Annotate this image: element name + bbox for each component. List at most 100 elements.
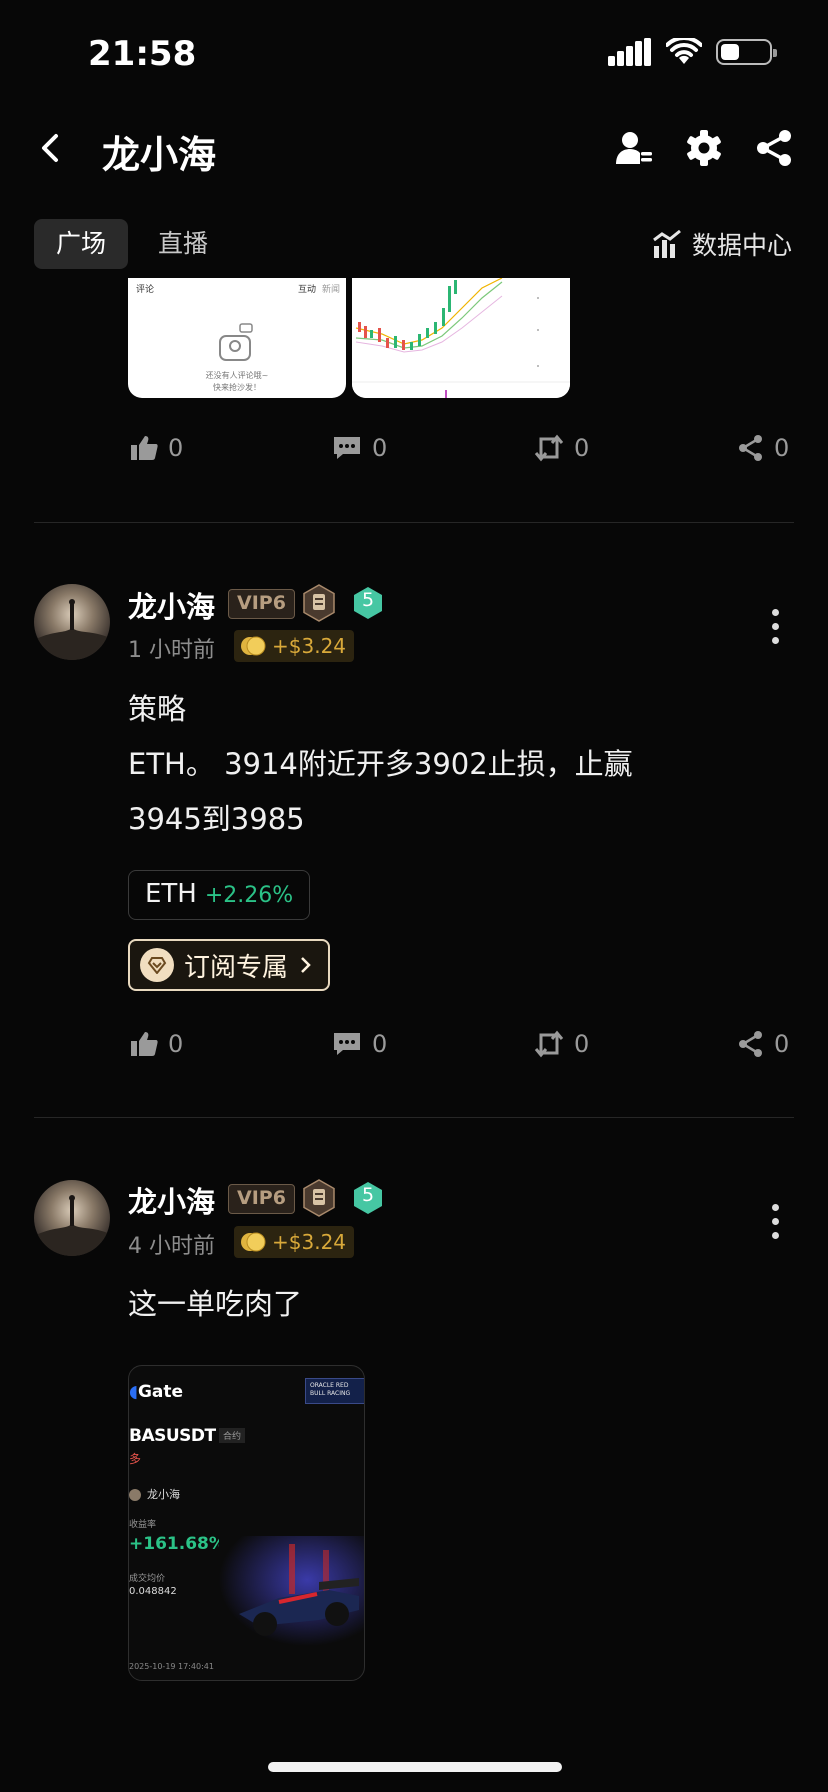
tab-live[interactable]: 直播: [136, 219, 230, 269]
level-number: 5: [361, 589, 375, 611]
share-icon[interactable]: [754, 128, 794, 168]
card-rate-label: 收益率: [129, 1520, 157, 1530]
cellular-signal-icon: [608, 38, 651, 66]
status-time: 21:58: [88, 34, 197, 74]
settings-icon[interactable]: [684, 128, 724, 168]
post-text-line: 这一单吃肉了: [128, 1287, 303, 1321]
post0-actions: 0 0 0 0: [0, 434, 828, 474]
home-indicator[interactable]: [268, 1762, 562, 1772]
repost-count: 0: [574, 434, 590, 462]
avatar[interactable]: [34, 584, 110, 660]
data-center-link[interactable]: 数据中心: [652, 226, 792, 262]
earnings-badge: +$3.24: [234, 630, 355, 662]
earnings-badge: +$3.24: [234, 1226, 355, 1258]
comment-count: 0: [372, 434, 388, 462]
card-side: 多: [129, 1452, 142, 1466]
card-price-label: 成交均价: [129, 1574, 166, 1584]
card-timestamp: 2025-10-19 17:40:41: [129, 1662, 214, 1671]
divider: [34, 1117, 794, 1118]
author-name[interactable]: 龙小海: [128, 1179, 215, 1221]
more-options-icon[interactable]: [770, 605, 780, 645]
thumbs-up-icon: [131, 436, 158, 460]
thumb-comment-label: 评论: [136, 285, 155, 295]
card-promo-banner: ORACLE RED BULL RACING: [305, 1378, 364, 1404]
post-time: 1 小时前: [128, 638, 215, 663]
level-badge: 5: [352, 1181, 384, 1215]
like-button[interactable]: 0: [130, 1030, 183, 1058]
post-time: 4 小时前: [128, 1234, 215, 1259]
post-text-line: 3945到3985: [128, 802, 305, 836]
achievement-badge-icon: [303, 584, 335, 622]
battery-icon: [716, 39, 777, 65]
chevron-right-icon: [301, 957, 311, 973]
status-bar: 21:58: [0, 0, 828, 100]
comment-count: 0: [372, 1030, 388, 1058]
comment-icon: [334, 1033, 360, 1055]
data-chart-icon: [653, 230, 681, 258]
repost-button[interactable]: 0: [534, 1030, 589, 1058]
share-count: 0: [774, 434, 790, 462]
thumb-news-label: 新闻: [322, 285, 341, 295]
repost-icon: [534, 1030, 564, 1058]
card-pair: BASUSDT: [129, 1426, 216, 1446]
coin-icon: [241, 636, 266, 656]
race-car-illustration: [219, 1536, 364, 1646]
data-center-label: 数据中心: [691, 231, 792, 260]
share-post-button[interactable]: 0: [738, 434, 789, 462]
thumb-interact-label: 互动: [298, 285, 317, 295]
candlestick-chart-graphic: [352, 278, 570, 398]
achievement-badge-icon: [303, 1179, 335, 1217]
vip-badge: VIP6: [228, 589, 295, 619]
subscribe-label: 订阅专属: [184, 952, 289, 983]
nav-actions: [614, 128, 794, 168]
share-post-icon: [739, 1031, 762, 1057]
ticker-tag[interactable]: ETH +2.26%: [128, 870, 311, 920]
card-promo-text: ORACLE RED BULL RACING: [310, 1382, 351, 1397]
earnings-amount: +$3.24: [272, 634, 347, 658]
level-number: 5: [361, 1184, 375, 1206]
user-manage-icon[interactable]: [614, 128, 654, 168]
card-price: 0.048842: [129, 1586, 177, 1597]
thumb-empty-line2: 快来抢沙发！: [213, 383, 261, 392]
card-user: 龙小海: [129, 1486, 180, 1502]
post-text-line: 策略: [128, 692, 187, 726]
card-user-name: 龙小海: [147, 1488, 180, 1501]
level-badge: 5: [352, 586, 384, 620]
trade-share-card[interactable]: ◖Gate ORACLE RED BULL RACING BASUSDT 合约 …: [128, 1365, 365, 1681]
card-brand: ◖Gate: [129, 1382, 184, 1402]
post-text-line: ETH。 3914附近开多3902止损，止赢: [128, 747, 633, 781]
author-name[interactable]: 龙小海: [128, 584, 215, 626]
thumbs-up-icon: [131, 1032, 158, 1056]
repost-button[interactable]: 0: [534, 434, 589, 462]
like-count: 0: [168, 1030, 184, 1058]
share-count: 0: [774, 1030, 790, 1058]
card-rate: +161.68%: [129, 1534, 226, 1554]
diamond-heart-icon: [140, 948, 174, 982]
vip-badge: VIP6: [228, 1184, 295, 1214]
subscribe-exclusive-button[interactable]: 订阅专属: [128, 939, 331, 991]
earnings-amount: +$3.24: [272, 1230, 347, 1254]
comment-button[interactable]: 0: [332, 1030, 387, 1058]
comment-icon: [334, 437, 360, 459]
back-icon[interactable]: [36, 128, 66, 168]
status-icons: [608, 38, 777, 66]
divider: [34, 522, 794, 523]
like-button[interactable]: 0: [130, 434, 183, 462]
avatar[interactable]: [34, 1180, 110, 1256]
thumb-empty-line1: 还没有人评论哦~: [205, 371, 269, 380]
ticker-change: +2.26%: [204, 883, 294, 908]
coin-icon: [241, 1232, 266, 1252]
tab-square[interactable]: 广场: [34, 219, 129, 269]
post0-image-chart[interactable]: [352, 278, 570, 398]
more-options-icon[interactable]: [770, 1200, 780, 1240]
ticker-symbol: ETH: [145, 879, 197, 909]
comment-button[interactable]: 0: [332, 434, 387, 462]
tab-bar: 广场 直播 数据中心: [0, 216, 828, 270]
card-brand-text: Gate: [137, 1382, 184, 1402]
battery-fill: [721, 44, 739, 60]
share-post-button[interactable]: 0: [738, 1030, 789, 1058]
wifi-icon: [666, 38, 702, 64]
post0-image-comments[interactable]: 评论 互动 新闻 还没有人评论哦~ 快来抢沙发！: [128, 278, 346, 398]
post1-actions: 0 0 0 0: [0, 1030, 828, 1070]
empty-comment-illustration: [219, 323, 253, 361]
